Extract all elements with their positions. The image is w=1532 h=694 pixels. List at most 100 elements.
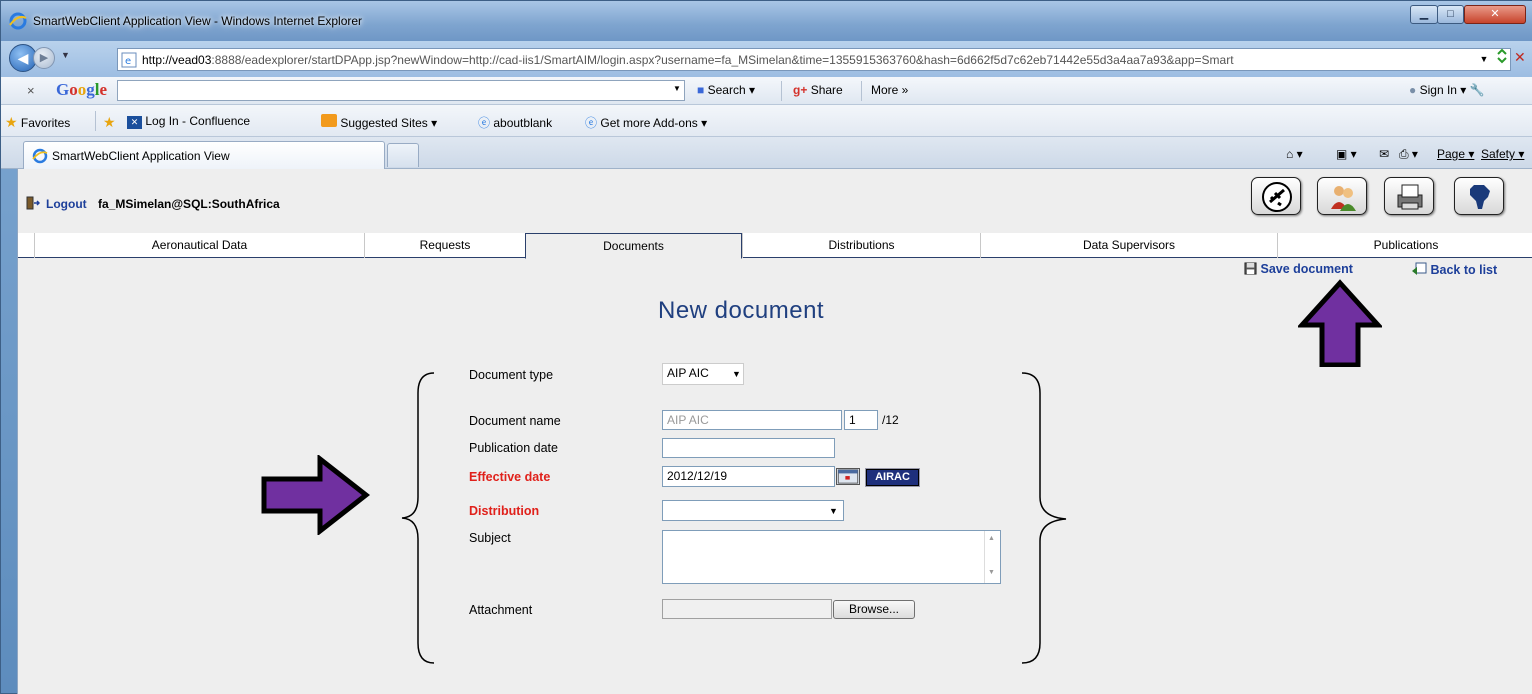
publication-date-label: Publication date <box>469 441 558 455</box>
scroll-up-icon[interactable]: ▲ <box>988 535 995 542</box>
ie-page-icon: e <box>121 52 137 68</box>
google-logo: Google <box>56 80 108 99</box>
home-icon[interactable]: ⌂ ▾ <box>1286 147 1303 161</box>
users-app-button[interactable] <box>1317 177 1367 215</box>
logout-link[interactable]: Logout <box>46 197 87 211</box>
fav-link-confluence[interactable]: ✕ Log In - Confluence <box>127 114 250 129</box>
minimize-button[interactable]: ▁ <box>1410 5 1438 24</box>
subject-scrollbar[interactable]: ▲ ▼ <box>984 531 1000 583</box>
title-bar: SmartWebClient Application View - Window… <box>1 1 1532 41</box>
fav-link-suggested-sites[interactable]: Suggested Sites ▾ <box>321 114 437 130</box>
calendar-icon[interactable] <box>836 468 860 485</box>
google-share-button[interactable]: g+ Share <box>793 83 843 97</box>
google-toolbar: × Google ▼ ■ Search ▾ g+ Share More » ● … <box>1 77 1532 105</box>
app-content: Logout fa_MSimelan@SQL:SouthAfrica Aeron… <box>17 169 1532 694</box>
effective-date-field[interactable]: 2012/12/19 <box>662 466 835 487</box>
browser-window: SmartWebClient Application View - Window… <box>0 0 1532 694</box>
printer-icon <box>1397 184 1423 210</box>
scroll-down-icon[interactable]: ▼ <box>988 569 995 576</box>
google-more-button[interactable]: More » <box>871 83 908 97</box>
subject-label: Subject <box>469 531 511 545</box>
page-title: New document <box>658 297 825 324</box>
mail-icon[interactable]: ✉ <box>1379 147 1389 161</box>
url-text: http://vead03:8888/eadexplorer/startDPAp… <box>142 53 1234 67</box>
airplane-icon <box>1262 182 1292 212</box>
google-search-button[interactable]: ■ Search ▾ <box>697 83 755 97</box>
users-icon <box>1331 186 1356 211</box>
aeronautical-app-button[interactable] <box>1251 177 1301 215</box>
attachment-path-field[interactable] <box>662 599 832 619</box>
add-favorite-icon[interactable]: ★ <box>103 114 116 131</box>
airac-button[interactable]: AIRAC <box>865 468 920 487</box>
history-dropdown-icon[interactable]: ▼ <box>61 50 73 64</box>
document-type-label: Document type <box>469 368 554 382</box>
favorites-star-icon: ★ <box>5 114 18 130</box>
document-number-suffix: /12 <box>882 413 899 427</box>
right-arrow-annotation <box>261 455 370 535</box>
back-to-list-icon <box>1412 262 1427 275</box>
search-dropdown-icon[interactable]: ▼ <box>673 84 681 93</box>
attachment-label: Attachment <box>469 603 533 617</box>
africa-map-icon <box>1470 185 1490 209</box>
document-number-field[interactable]: 1 <box>844 410 878 430</box>
wrench-icon[interactable]: 🔧 <box>1470 83 1485 97</box>
separator <box>781 81 782 101</box>
maximize-button[interactable]: □ <box>1437 5 1464 24</box>
chevron-down-icon: ▼ <box>829 506 838 516</box>
window-title: SmartWebClient Application View - Window… <box>33 14 363 28</box>
tab-requests[interactable]: Requests <box>364 233 525 258</box>
effective-date-label: Effective date <box>469 470 551 484</box>
document-type-select[interactable]: AIP AIC ▼ <box>662 363 744 385</box>
separator <box>95 111 96 131</box>
print-app-button[interactable] <box>1384 177 1434 215</box>
svg-text:e: e <box>125 56 131 67</box>
tab-documents[interactable]: Documents <box>525 233 742 259</box>
page-menu[interactable]: Page ▾ <box>1437 147 1474 161</box>
new-tab-button[interactable] <box>387 143 419 167</box>
right-brace-annotation <box>1021 372 1067 664</box>
user-bar: Logout fa_MSimelan@SQL:SouthAfrica <box>18 169 1532 235</box>
user-label: fa_MSimelan@SQL:SouthAfrica <box>98 197 280 211</box>
forward-button[interactable]: ▶ <box>33 47 55 69</box>
chevron-down-icon: ▼ <box>732 369 741 379</box>
browse-button[interactable]: Browse... <box>833 600 915 619</box>
logout-icon[interactable] <box>26 196 40 210</box>
up-arrow-annotation <box>1298 279 1382 367</box>
app-tabs: Aeronautical Data Requests Documents Dis… <box>18 233 1532 259</box>
publication-date-field[interactable] <box>662 438 835 458</box>
fav-link-aboutblank[interactable]: ⓔ aboutblank <box>478 114 552 131</box>
left-brace-annotation <box>401 372 435 664</box>
tab-distributions[interactable]: Distributions <box>742 233 980 258</box>
address-dropdown-icon[interactable]: ▼ <box>1477 49 1491 69</box>
distribution-label: Distribution <box>469 504 540 518</box>
favorites-button[interactable]: ★ Favorites <box>5 114 70 131</box>
tab-aeronautical-data[interactable]: Aeronautical Data <box>34 233 364 258</box>
address-bar[interactable]: e http://vead03:8888/eadexplorer/startDP… <box>117 48 1511 71</box>
stop-icon[interactable]: ✕ <box>1514 49 1530 67</box>
ie-logo-icon <box>9 12 27 30</box>
browser-tab[interactable]: SmartWebClient Application View <box>23 141 385 169</box>
google-signin-button[interactable]: ● Sign In ▾ 🔧 <box>1409 83 1485 97</box>
document-name-label: Document name <box>469 414 561 428</box>
google-search-input[interactable] <box>117 80 685 101</box>
ie-tab-icon <box>32 148 48 164</box>
address-row: ◀ ▶ ▼ e http://vead03:8888/eadexplorer/s… <box>1 41 1532 77</box>
back-to-list-button[interactable]: Back to list <box>1411 262 1497 277</box>
close-toolbar-icon[interactable]: × <box>27 83 35 98</box>
subject-textarea[interactable] <box>662 530 1001 584</box>
browser-tab-label: SmartWebClient Application View <box>52 149 230 163</box>
save-document-button[interactable]: Save document <box>1244 262 1353 276</box>
safety-menu[interactable]: Safety ▾ <box>1481 147 1524 161</box>
print-icon[interactable]: ⎙ ▾ <box>1399 147 1418 162</box>
tab-publications[interactable]: Publications <box>1277 233 1532 258</box>
tab-data-supervisors[interactable]: Data Supervisors <box>980 233 1277 258</box>
feeds-icon[interactable]: ▣ ▾ <box>1336 147 1357 161</box>
distribution-select[interactable]: ▼ <box>662 500 844 521</box>
save-icon <box>1244 262 1257 275</box>
close-window-button[interactable]: ✕ <box>1464 5 1526 24</box>
document-name-field[interactable]: AIP AIC <box>662 410 842 430</box>
separator <box>861 81 862 101</box>
refresh-icon[interactable] <box>1495 46 1509 66</box>
map-app-button[interactable] <box>1454 177 1504 215</box>
fav-link-addons[interactable]: ⓔ Get more Add-ons ▾ <box>585 114 707 131</box>
